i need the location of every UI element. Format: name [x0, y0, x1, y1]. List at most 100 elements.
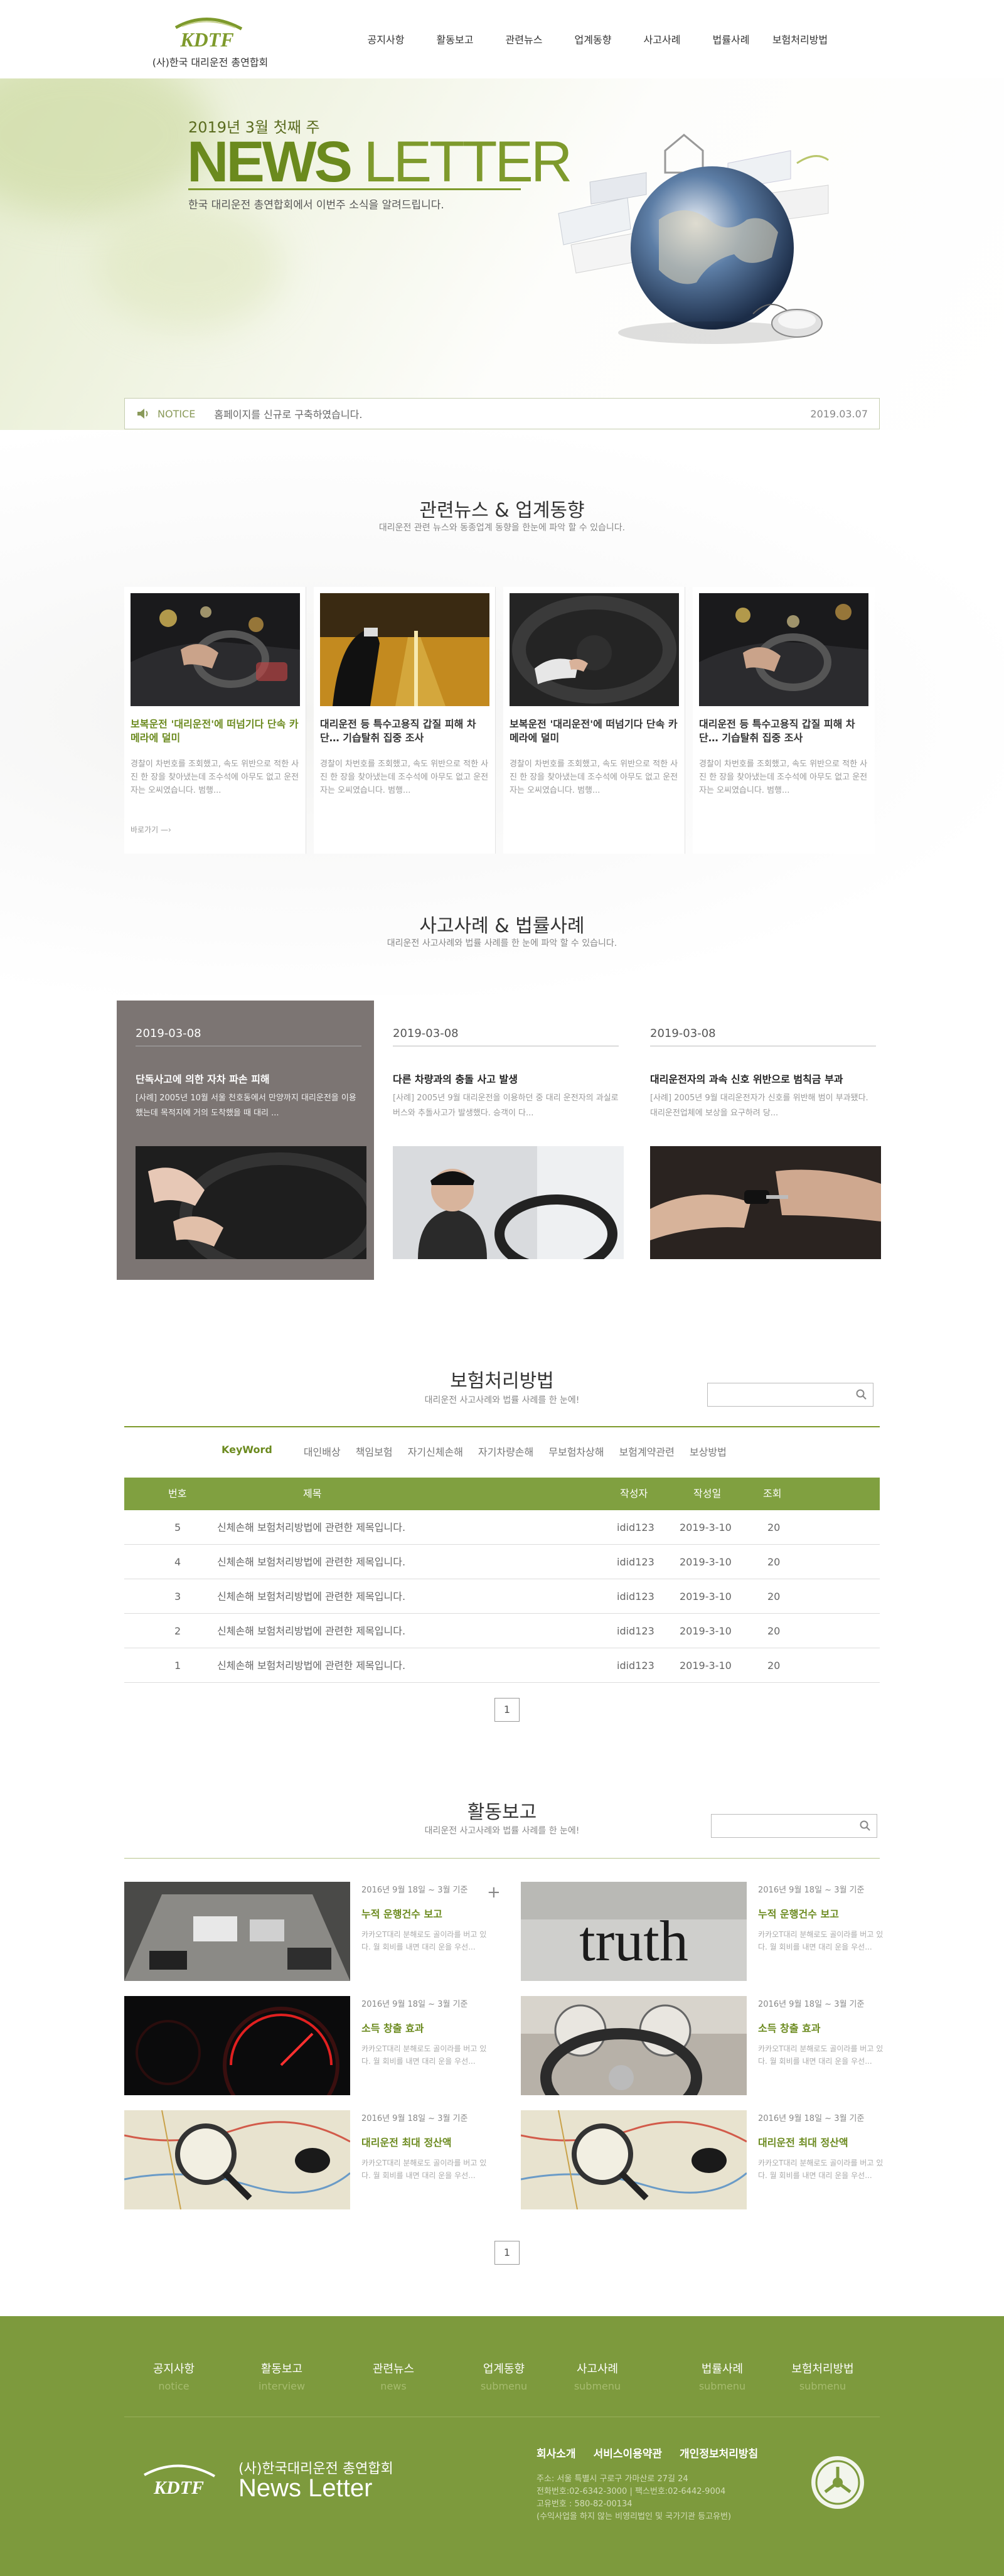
- keyword-chip[interactable]: 무보험차상해: [548, 1444, 604, 1459]
- news-section-subtitle: 대리운전 관련 뉴스와 동종업계 동향을 한눈에 파악 할 수 있습니다.: [378, 523, 626, 533]
- notice-text[interactable]: 홈페이지를 신규로 구축하였습니다.: [214, 406, 810, 421]
- table-row[interactable]: 4 신체손해 보험처리방법에 관련한 제목입니다. idid123 2019-3…: [124, 1545, 880, 1579]
- table-row[interactable]: 3 신체손해 보험처리방법에 관련한 제목입니다. idid123 2019-3…: [124, 1579, 880, 1614]
- activity-item[interactable]: 2016년 9월 18일 ~ 3월 기준 소득 창출 효과 카카오T대리 분해로…: [124, 1996, 494, 2095]
- activity-search-input[interactable]: [712, 1815, 856, 1837]
- street-night-photo: [320, 593, 489, 706]
- plus-icon[interactable]: +: [487, 1883, 501, 1902]
- kdtf-logo-mark: KDTF: [174, 18, 243, 51]
- case-text: [사례] 2005년 9월 대리운전자가 신호를 위반해 범이 부과됐다. 대리…: [650, 1093, 868, 1118]
- footer-nav-item[interactable]: 사고사례 submenu: [560, 2360, 635, 2392]
- nav-legal[interactable]: 법률사례: [697, 31, 766, 46]
- table-row[interactable]: 1 신체손해 보험처리방법에 관련한 제목입니다. idid123 2019-3…: [124, 1648, 880, 1683]
- keyword-chip[interactable]: 보험계약관련: [619, 1444, 675, 1459]
- footer-nav-item[interactable]: 업계동향 submenu: [466, 2360, 542, 2392]
- keyword-chip[interactable]: 책임보험: [356, 1444, 393, 1459]
- activity-image: [124, 2110, 350, 2209]
- keyword-chip[interactable]: 자기신체손해: [408, 1444, 463, 1459]
- pagination-page[interactable]: 1: [494, 1698, 520, 1722]
- case-title[interactable]: 단독사고에 의한 자차 파손 피해: [136, 1071, 368, 1086]
- footer-nav-label: 관련뉴스: [372, 2363, 415, 2376]
- activity-image: [124, 1996, 350, 2095]
- row-title[interactable]: 신체손해 보험처리방법에 관련한 제목입니다.: [217, 1614, 405, 1648]
- activity-item[interactable]: truth 2016년 9월 18일 ~ 3월 기준 누적 운행건수 보고 카카…: [521, 1882, 891, 1981]
- pagination-page[interactable]: 1: [494, 2241, 520, 2265]
- activity-item[interactable]: 2016년 9월 18일 ~ 3월 기준 대리운전 최대 정산액 카카오T대리 …: [521, 2110, 891, 2209]
- row-views: 20: [767, 1625, 781, 1637]
- search-icon[interactable]: [859, 1820, 872, 1832]
- more-link[interactable]: 바로가기 —›: [131, 824, 171, 835]
- case-title[interactable]: 다른 차량과의 충돌 사고 발생: [393, 1071, 625, 1086]
- site-logo[interactable]: KDTF (사)한국 대리운전 총연합회: [151, 15, 270, 72]
- news-card[interactable]: 보복운전 '대리운전'에 떠넘기다 단속 카메라에 덜미 경찰이 차번호를 조회…: [124, 587, 306, 854]
- keyword-bar: KeyWord 대인배상 책임보험 자기신체손해 자기차량손해 무보험차상해 보…: [124, 1444, 880, 1459]
- keyword-chip[interactable]: 보상방법: [690, 1444, 727, 1459]
- footer-link-privacy[interactable]: 개인정보처리방침: [680, 2445, 758, 2461]
- address-line: 고유번호 : 580-82-00134: [537, 2499, 633, 2509]
- activity-search[interactable]: [711, 1814, 877, 1838]
- search-icon[interactable]: [855, 1388, 868, 1401]
- hero-underline: [188, 188, 521, 190]
- keyword-chip[interactable]: 자기차량손해: [478, 1444, 533, 1459]
- notice-bar[interactable]: NOTICE 홈페이지를 신규로 구축하였습니다. 2019.03.07: [124, 398, 880, 429]
- footer-nav-item[interactable]: 법률사례 submenu: [685, 2360, 760, 2392]
- case-card[interactable]: 2019-03-08 단독사고에 의한 자차 파손 피해 [사례] 2005년 …: [117, 1001, 374, 1280]
- activity-item[interactable]: 2016년 9월 18일 ~ 3월 기준 누적 운행건수 보고 카카오T대리 분…: [124, 1882, 494, 1981]
- news-title[interactable]: 대리운전 등 특수고용직 갑질 피해 차단… 기습탈취 집중 조사: [320, 717, 489, 745]
- activity-title[interactable]: 대리운전 최대 정산액: [758, 2134, 848, 2149]
- activity-item[interactable]: 2016년 9월 18일 ~ 3월 기준 소득 창출 효과 카카오T대리 분해로…: [521, 1996, 891, 2095]
- main-nav: 공지사항 활동보고 관련뉴스 업계동향 사고사례 법률사례 보험처리방법: [351, 31, 835, 46]
- news-thumbnail: [131, 593, 300, 706]
- row-author: idid123: [617, 1556, 654, 1568]
- footer-nav-item[interactable]: 보험처리방법 submenu: [785, 2360, 860, 2392]
- footer-logo[interactable]: KDTF: [138, 2457, 220, 2501]
- footer-nav-label: 업계동향: [483, 2363, 525, 2376]
- row-number: 4: [174, 1556, 181, 1568]
- nav-notice[interactable]: 공지사항: [351, 31, 420, 46]
- nav-insurance[interactable]: 보험처리방법: [766, 31, 835, 46]
- news-title[interactable]: 대리운전 등 특수고용직 갑질 피해 차단… 기습탈취 집중 조사: [699, 717, 868, 745]
- activity-title[interactable]: 대리운전 최대 정산액: [361, 2134, 452, 2149]
- news-card[interactable]: 대리운전 등 특수고용직 갑질 피해 차단… 기습탈취 집중 조사 경찰이 차번…: [314, 587, 496, 854]
- case-date: 2019-03-08: [136, 1027, 201, 1040]
- table-row[interactable]: 5 신체손해 보험처리방법에 관련한 제목입니다. idid123 2019-3…: [124, 1510, 880, 1545]
- news-card[interactable]: 보복운전 '대리운전'에 떠넘기다 단속 카메라에 덜미 경찰이 차번호를 조회…: [503, 587, 685, 854]
- hero-blob: [0, 78, 213, 217]
- insurance-search[interactable]: [707, 1383, 873, 1407]
- activity-image: [124, 1882, 350, 1981]
- activity-text: 카카오T대리 분해로도 골이라를 버고 있다. 월 회비를 내면 대리 운을 우…: [361, 2159, 487, 2180]
- activity-item[interactable]: 2016년 9월 18일 ~ 3월 기준 대리운전 최대 정산액 카카오T대리 …: [124, 2110, 494, 2209]
- table-row[interactable]: 2 신체손해 보험처리방법에 관련한 제목입니다. idid123 2019-3…: [124, 1614, 880, 1648]
- case-title[interactable]: 대리운전자의 과속 신호 위반으로 범칙금 부과: [650, 1071, 882, 1086]
- section-divider: [124, 1858, 880, 1859]
- footer-link-terms[interactable]: 서비스이용약관: [594, 2445, 662, 2461]
- news-title[interactable]: 보복운전 '대리운전'에 떠넘기다 단속 카메라에 덜미: [131, 717, 300, 745]
- activity-title[interactable]: 소득 창출 효과: [758, 2020, 820, 2035]
- nav-trends[interactable]: 업계동향: [558, 31, 628, 46]
- globe-illustration: [558, 134, 829, 344]
- truth-word: truth: [579, 1909, 688, 1973]
- activity-title[interactable]: 소득 창출 효과: [361, 2020, 424, 2035]
- case-card[interactable]: 2019-03-08 다른 차량과의 충돌 사고 발생 [사례] 2005년 9…: [374, 1001, 631, 1280]
- news-card[interactable]: 대리운전 등 특수고용직 갑질 피해 차단… 기습탈취 집중 조사 경찰이 차번…: [693, 587, 875, 854]
- footer-nav-item[interactable]: 활동보고 interview: [244, 2360, 319, 2392]
- footer-link-about[interactable]: 회사소개: [537, 2445, 576, 2461]
- row-title[interactable]: 신체손해 보험처리방법에 관련한 제목입니다.: [217, 1545, 405, 1579]
- row-date: 2019-3-10: [680, 1660, 732, 1672]
- nav-accidents[interactable]: 사고사례: [628, 31, 697, 46]
- insurance-search-input[interactable]: [708, 1383, 852, 1406]
- footer-nav-item[interactable]: 관련뉴스 news: [356, 2360, 431, 2392]
- activity-title[interactable]: 누적 운행건수 보고: [758, 1906, 839, 1921]
- activity-title[interactable]: 누적 운행건수 보고: [361, 1906, 442, 1921]
- row-title[interactable]: 신체손해 보험처리방법에 관련한 제목입니다.: [217, 1510, 405, 1545]
- row-title[interactable]: 신체손해 보험처리방법에 관련한 제목입니다.: [217, 1579, 405, 1614]
- footer-nav-item[interactable]: 공지사항 notice: [136, 2360, 211, 2392]
- nav-news[interactable]: 관련뉴스: [489, 31, 558, 46]
- row-title[interactable]: 신체손해 보험처리방법에 관련한 제목입니다.: [217, 1648, 405, 1683]
- keyword-chip[interactable]: 대인배상: [304, 1444, 341, 1459]
- activity-image: [521, 2110, 747, 2209]
- news-title[interactable]: 보복운전 '대리운전'에 떠넘기다 단속 카메라에 덜미: [510, 717, 679, 745]
- activity-text: 카카오T대리 분해로도 골이라를 버고 있다. 월 회비를 내면 대리 운을 우…: [758, 2159, 884, 2180]
- case-card[interactable]: 2019-03-08 대리운전자의 과속 신호 위반으로 범칙금 부과 [사례]…: [631, 1001, 889, 1280]
- nav-activity[interactable]: 활동보고: [420, 31, 489, 46]
